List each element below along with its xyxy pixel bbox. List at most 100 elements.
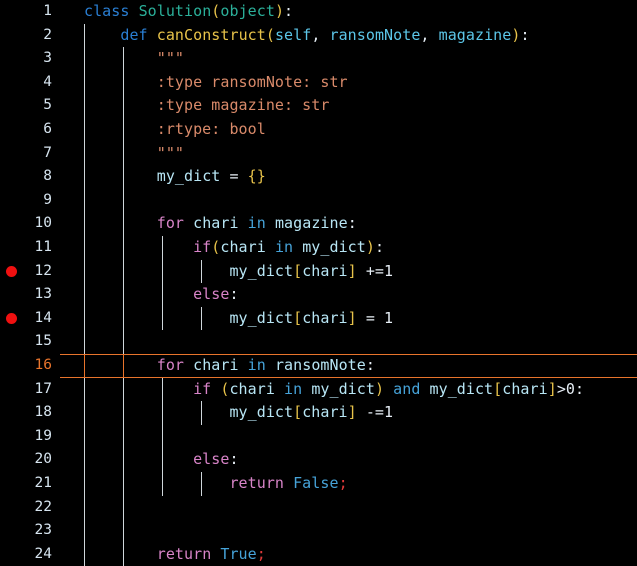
code-content[interactable]: class Solution(object): def canConstruct…	[0, 0, 637, 566]
code-line[interactable]: else:	[0, 448, 637, 472]
line-number[interactable]: 22	[35, 496, 52, 520]
editor-gutter[interactable]: 1 2 3 4 5 6 7 8 9 10 11 12 13 14 15 16 17 18 19 20 21 22 23 24	[0, 0, 60, 566]
line-number[interactable]: 21	[35, 472, 52, 496]
code-token: :type magazine: str	[84, 96, 330, 115]
code-line[interactable]: class Solution(object):	[0, 0, 637, 24]
gutter-row[interactable]: 18	[0, 401, 60, 425]
line-number[interactable]: 19	[35, 425, 52, 449]
gutter-row[interactable]: 8	[0, 165, 60, 189]
breakpoint-icon[interactable]	[6, 313, 17, 325]
code-token: 0	[565, 379, 575, 398]
code-line[interactable]	[0, 519, 637, 543]
gutter-row[interactable]: 15	[0, 330, 60, 354]
code-line[interactable]	[0, 330, 637, 354]
gutter-row[interactable]: 7	[0, 142, 60, 166]
gutter-row[interactable]: 19	[0, 425, 60, 449]
gutter-row[interactable]: 6	[0, 118, 60, 142]
gutter-row[interactable]: 10	[0, 212, 60, 236]
line-number[interactable]: 1	[43, 0, 52, 24]
gutter-row[interactable]: 11	[0, 236, 60, 260]
line-number[interactable]: 15	[35, 330, 52, 354]
code-line[interactable]: :type magazine: str	[0, 94, 637, 118]
code-line[interactable]: return True;	[0, 543, 637, 566]
line-number[interactable]: 23	[35, 519, 52, 543]
code-line[interactable]: if (chari in my_dict) and my_dict[chari]…	[0, 378, 637, 402]
line-number[interactable]: 10	[35, 212, 52, 236]
line-number[interactable]: 14	[35, 307, 52, 331]
code-line[interactable]: my_dict = {}	[0, 165, 637, 189]
code-line[interactable]: my_dict[chari] +=1	[0, 260, 637, 284]
gutter-row[interactable]: 13	[0, 283, 60, 307]
breakpoint-icon[interactable]	[6, 265, 17, 277]
code-line[interactable]: if(chari in my_dict):	[0, 236, 637, 260]
gutter-row[interactable]: 9	[0, 189, 60, 213]
code-line[interactable]: my_dict[chari] = 1	[0, 307, 637, 331]
gutter-row[interactable]: 14	[0, 307, 60, 331]
gutter-row[interactable]: 3	[0, 47, 60, 71]
gutter-row[interactable]: 20	[0, 448, 60, 472]
gutter-row[interactable]: 23	[0, 519, 60, 543]
code-line[interactable]: def canConstruct(self, ransomNote, magaz…	[0, 24, 637, 48]
gutter-row[interactable]: 1	[0, 0, 60, 24]
code-editor[interactable]: class Solution(object): def canConstruct…	[0, 0, 637, 566]
code-line[interactable]	[0, 425, 637, 449]
line-number[interactable]: 12	[35, 260, 52, 284]
line-number[interactable]: 2	[43, 24, 52, 48]
code-token: (	[211, 238, 221, 256]
code-token: my_dict	[156, 167, 221, 186]
gutter-row[interactable]: 5	[0, 94, 60, 118]
code-line-text: def canConstruct(self, ransomNote, magaz…	[84, 24, 530, 48]
gutter-row[interactable]: 24	[0, 543, 60, 566]
line-number[interactable]: 16	[35, 354, 52, 378]
gutter-row[interactable]: 22	[0, 496, 60, 520]
code-token: >	[556, 379, 566, 398]
gutter-row[interactable]: 4	[0, 71, 60, 95]
gutter-row[interactable]: 16	[0, 354, 60, 378]
code-token: True	[220, 544, 257, 563]
gutter-row[interactable]: 17	[0, 378, 60, 402]
code-token: ;	[256, 544, 266, 563]
code-token: (	[265, 25, 275, 44]
code-line-text: """	[84, 142, 184, 166]
line-number[interactable]: 9	[43, 189, 52, 213]
code-token: chari	[302, 261, 348, 280]
code-line[interactable]: my_dict[chari] -=1	[0, 401, 637, 425]
line-number[interactable]: 6	[43, 118, 52, 142]
code-token: canConstruct	[156, 25, 266, 44]
line-number[interactable]: 20	[35, 448, 52, 472]
gutter-row[interactable]: 2	[0, 24, 60, 48]
line-number[interactable]: 3	[43, 47, 52, 71]
code-line[interactable]	[0, 189, 637, 213]
code-line[interactable]: return False;	[0, 472, 637, 496]
gutter-row[interactable]: 12	[0, 260, 60, 284]
line-number[interactable]: 17	[35, 378, 52, 402]
line-number[interactable]: 8	[43, 165, 52, 189]
code-line[interactable]	[0, 496, 637, 520]
gutter-row[interactable]: 21	[0, 472, 60, 496]
code-line-text: return False;	[84, 472, 348, 496]
code-token: 1	[384, 403, 394, 422]
code-line[interactable]: """	[0, 47, 637, 71]
code-line[interactable]: for chari in magazine:	[0, 212, 637, 236]
code-line-text: :type magazine: str	[84, 94, 330, 118]
code-token: return	[156, 544, 212, 563]
line-number[interactable]: 11	[35, 236, 52, 260]
line-number[interactable]: 24	[35, 543, 52, 566]
code-line[interactable]: else:	[0, 283, 637, 307]
code-token: my_dict	[302, 238, 366, 256]
code-line[interactable]: :type ransomNote: str	[0, 71, 637, 95]
code-line[interactable]: """	[0, 142, 637, 166]
code-token: class	[84, 2, 130, 20]
line-number[interactable]: 5	[43, 94, 52, 118]
code-token: chari	[502, 379, 548, 398]
line-number[interactable]: 18	[35, 401, 52, 425]
line-number[interactable]: 4	[43, 71, 52, 95]
line-number[interactable]: 7	[43, 142, 52, 166]
code-line[interactable]: for chari in ransomNote:	[0, 354, 637, 378]
code-line[interactable]: :rtype: bool	[0, 118, 637, 142]
line-number[interactable]: 13	[35, 283, 52, 307]
